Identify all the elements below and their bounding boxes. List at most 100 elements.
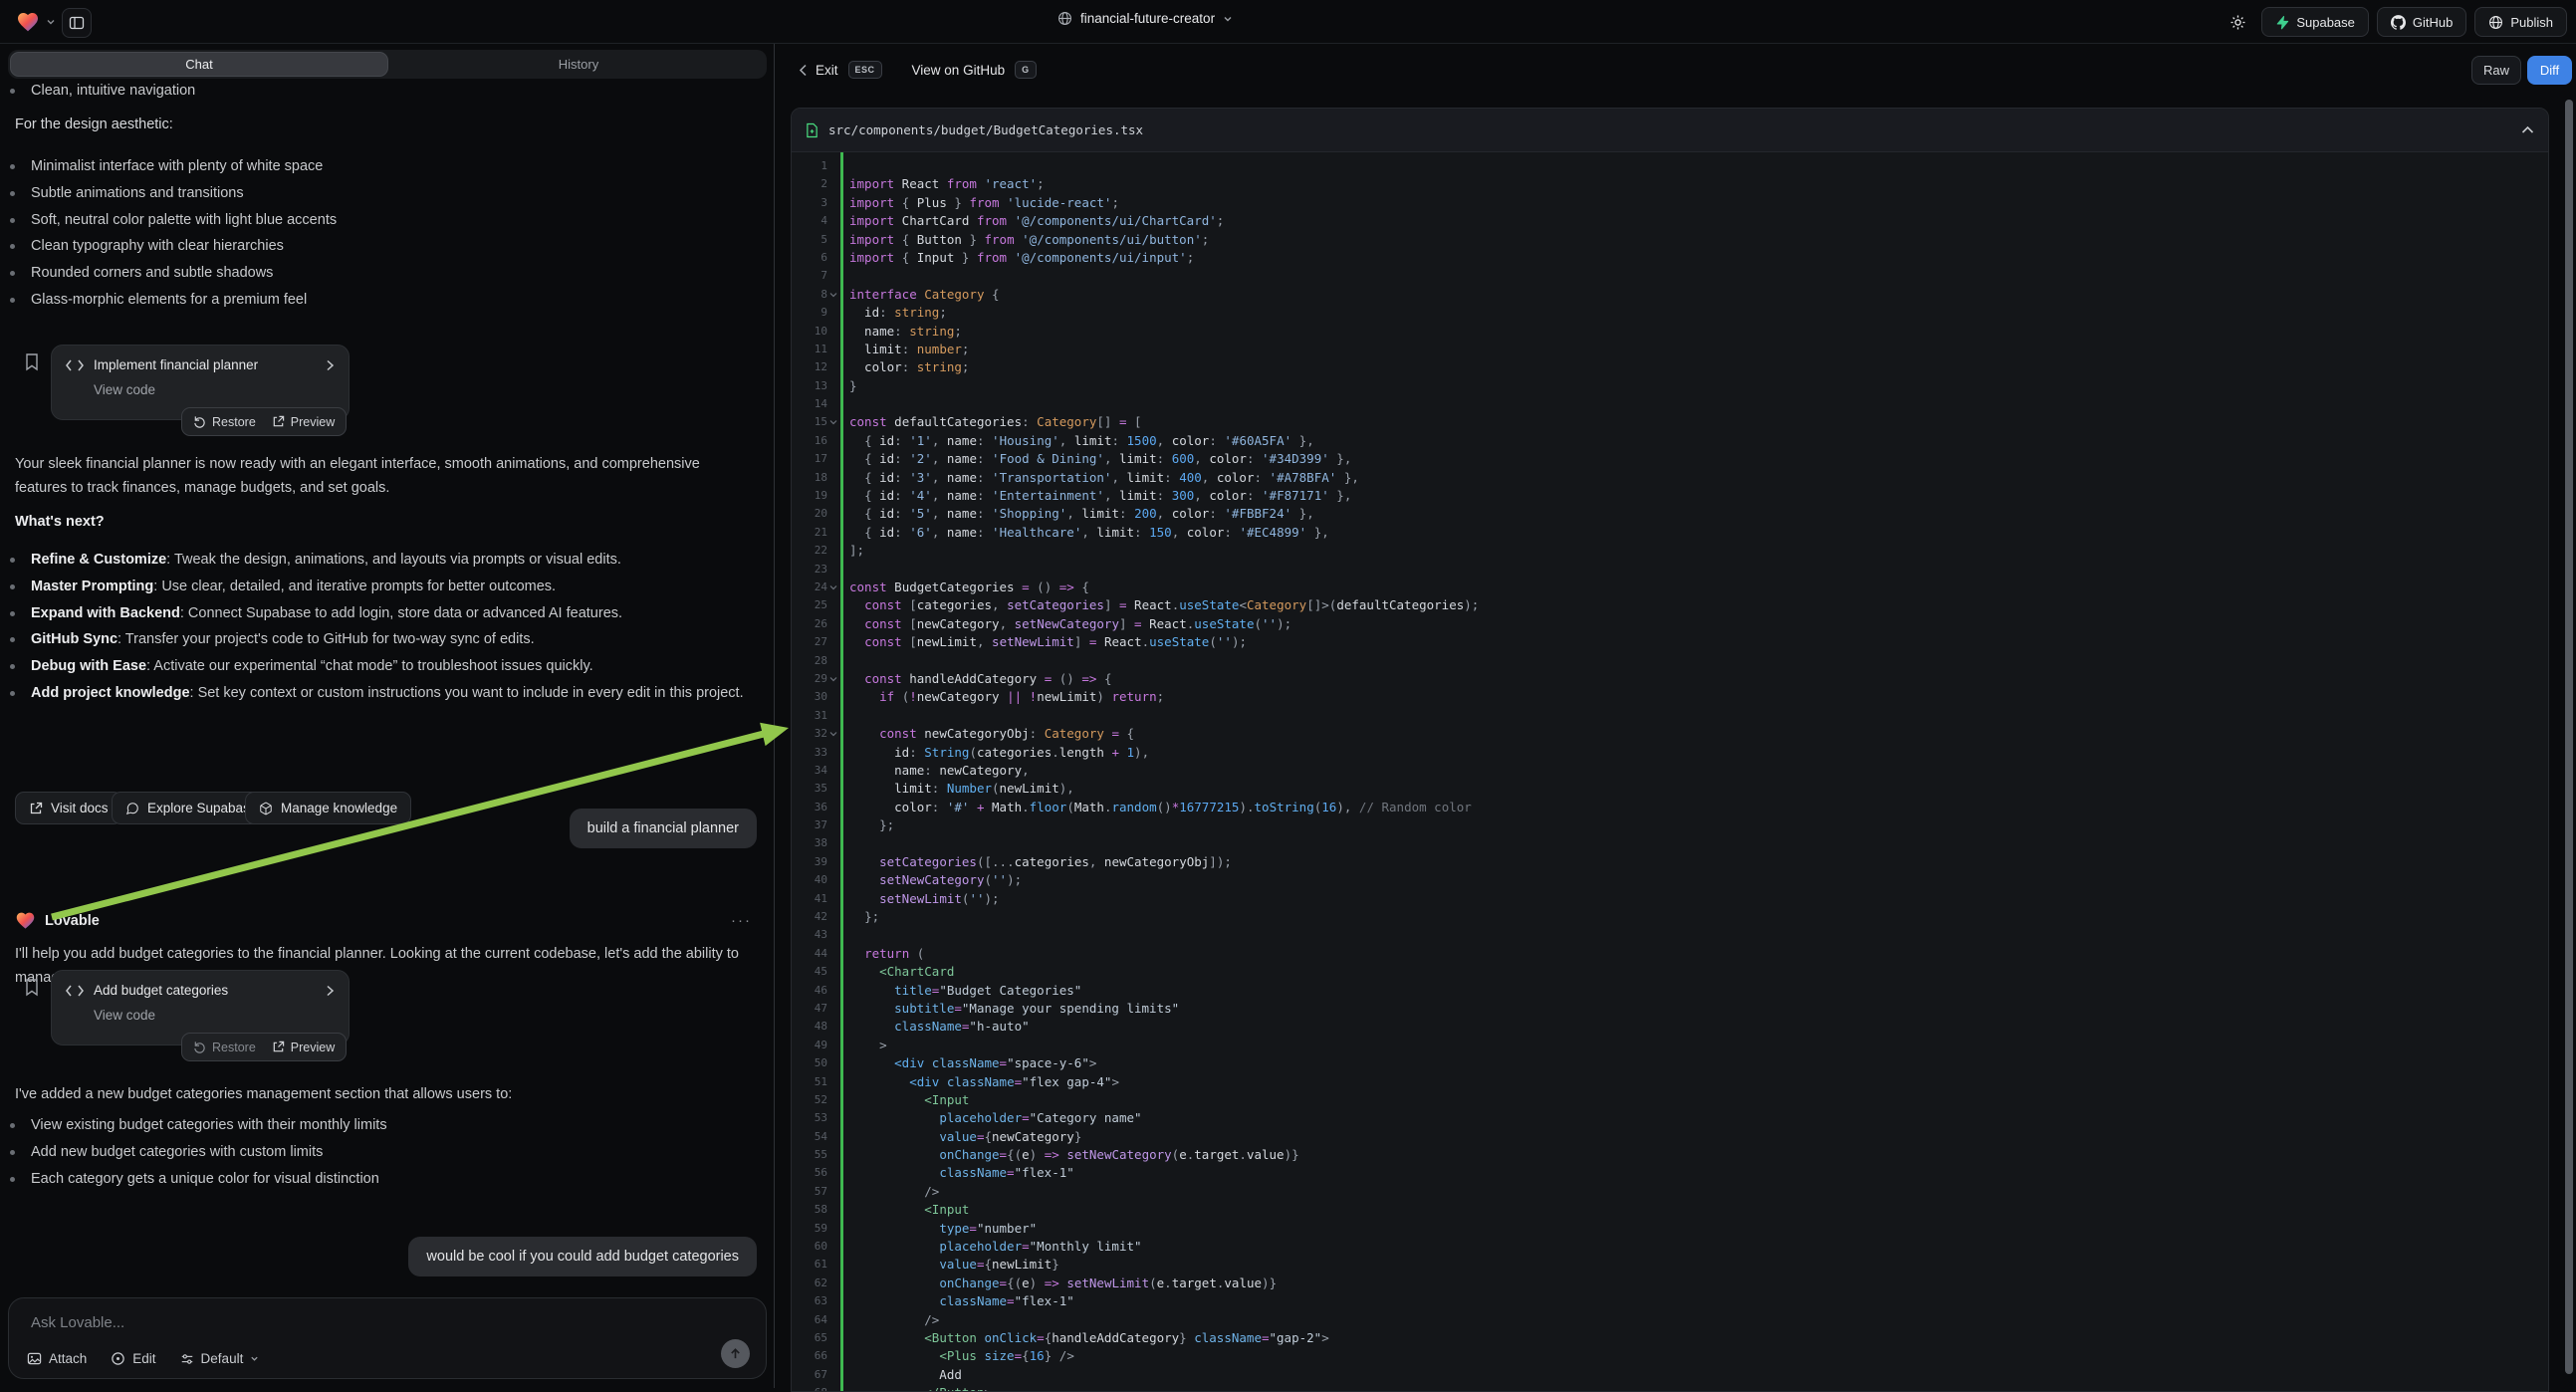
restore-button[interactable]: Restore (193, 415, 256, 429)
line-number: 3 (792, 194, 827, 212)
line-number: 59 (792, 1220, 827, 1238)
line-number: 34 (792, 762, 827, 780)
mode-label: Default (201, 1351, 244, 1366)
code-line: 17 { id: '2', name: 'Food & Dining', lim… (792, 450, 2548, 468)
chat-input-box[interactable]: Ask Lovable... Attach Edit Default (8, 1297, 767, 1379)
edit-button[interactable]: Edit (111, 1351, 155, 1366)
scrollbar-thumb[interactable] (2565, 100, 2573, 1374)
bullet-item: View existing budget categories with the… (0, 1112, 747, 1139)
line-number: 49 (792, 1037, 827, 1054)
code-line: 46 title="Budget Categories" (792, 982, 2548, 1000)
line-number: 48 (792, 1018, 827, 1036)
fold-toggle-icon[interactable] (829, 291, 837, 299)
added-bullet-list: View existing budget categories with the… (0, 1112, 747, 1192)
code-line: 33 id: String(categories.length + 1), (792, 744, 2548, 762)
line-number: 62 (792, 1275, 827, 1292)
code-text: > (849, 1037, 2548, 1054)
fold-toggle-icon[interactable] (829, 418, 837, 426)
code-line: 56 className="flex-1" (792, 1164, 2548, 1182)
target-icon (111, 1351, 125, 1366)
bullet-item: Subtle animations and transitions (0, 180, 747, 207)
assistant-message-ready: Your sleek financial planner is now read… (15, 452, 752, 500)
panel-divider (774, 44, 775, 1388)
chevron-left-icon[interactable] (799, 64, 808, 77)
code-line: 40 setNewCategory(''); (792, 871, 2548, 889)
line-number: 60 (792, 1238, 827, 1256)
assistant-header: Lovable ··· (15, 910, 752, 931)
settings-button[interactable] (2222, 7, 2253, 37)
sliders-icon (180, 1352, 194, 1366)
code-line: 51 <div className="flex gap-4"> (792, 1073, 2548, 1091)
line-number: 20 (792, 505, 827, 523)
line-number: 32 (792, 725, 827, 743)
line-number: 50 (792, 1054, 827, 1072)
send-button[interactable] (721, 1339, 750, 1368)
code-line: 5import { Button } from '@/components/ui… (792, 231, 2548, 249)
fold-toggle-icon[interactable] (829, 730, 837, 738)
line-number: 17 (792, 450, 827, 468)
workspace-menu[interactable] (16, 10, 56, 34)
line-number: 24 (792, 579, 827, 596)
diff-toggle-button[interactable]: Diff (2527, 56, 2572, 85)
line-number: 10 (792, 323, 827, 341)
line-number: 38 (792, 834, 827, 852)
tab-chat[interactable]: Chat (10, 52, 388, 77)
whats-next-heading: What's next? (15, 514, 105, 530)
view-on-github-button[interactable]: View on GitHub (912, 63, 1006, 78)
line-number: 19 (792, 487, 827, 505)
fold-toggle-icon[interactable] (829, 583, 837, 591)
restore-button[interactable]: Restore (193, 1041, 256, 1054)
code-line: 58 <Input (792, 1201, 2548, 1219)
project-title-menu[interactable]: financial-future-creator (1057, 11, 1233, 26)
message-options-icon[interactable]: ··· (731, 912, 752, 929)
line-number: 37 (792, 816, 827, 834)
code-line: 16 { id: '1', name: 'Housing', limit: 15… (792, 432, 2548, 450)
tab-history-label: History (559, 57, 598, 72)
attach-button[interactable]: Attach (27, 1351, 87, 1366)
line-number: 65 (792, 1329, 827, 1347)
exit-button[interactable]: Exit (816, 63, 838, 78)
line-number: 9 (792, 304, 827, 322)
code-text: { id: '1', name: 'Housing', limit: 1500,… (849, 432, 2548, 450)
manage-knowledge-button[interactable]: Manage knowledge (245, 792, 411, 824)
line-number: 51 (792, 1073, 827, 1091)
line-number: 13 (792, 377, 827, 395)
code-text: }; (849, 816, 2548, 834)
view-code-link[interactable]: View code (94, 382, 335, 397)
bookmark-icon[interactable] (24, 978, 40, 998)
mode-selector[interactable]: Default (180, 1351, 260, 1366)
github-button[interactable]: GitHub (2377, 7, 2466, 37)
chat-history-tabs: Chat History (8, 50, 767, 79)
code-text: subtitle="Manage your spending limits" (849, 1000, 2548, 1018)
line-number: 16 (792, 432, 827, 450)
code-text: <Button onClick={handleAddCategory} clas… (849, 1329, 2548, 1347)
bullet-item: Clean typography with clear hierarchies (0, 233, 747, 260)
fold-toggle-icon[interactable] (829, 675, 837, 683)
raw-toggle-button[interactable]: Raw (2471, 56, 2521, 85)
supabase-button[interactable]: Supabase (2261, 7, 2369, 37)
collapse-chevron-up-icon[interactable] (2521, 125, 2534, 134)
toggle-sidebar-button[interactable] (62, 8, 92, 38)
code-line: 22]; (792, 542, 2548, 560)
chat-panel: Chat History Clean, intuitive navigation… (0, 44, 774, 1388)
line-number: 26 (792, 615, 827, 633)
preview-button[interactable]: Preview (272, 1041, 335, 1054)
code-text: const [newCategory, setNewCategory] = Re… (849, 615, 2548, 633)
preview-button[interactable]: Preview (272, 415, 335, 429)
code-text: color: string; (849, 358, 2548, 376)
line-number: 7 (792, 267, 827, 285)
code-text: title="Budget Categories" (849, 982, 2548, 1000)
bookmark-icon[interactable] (24, 352, 40, 372)
code-content: 1 2import React from 'react';3import { P… (792, 152, 2548, 1392)
bullet-item: Expand with Backend: Connect Supabase to… (0, 600, 757, 627)
code-text: import React from 'react'; (849, 175, 2548, 193)
code-text (849, 561, 2548, 579)
line-number: 57 (792, 1183, 827, 1201)
tab-history[interactable]: History (390, 50, 767, 79)
file-header[interactable]: src/components/budget/BudgetCategories.t… (792, 109, 2548, 152)
publish-button[interactable]: Publish (2474, 7, 2567, 37)
view-code-link[interactable]: View code (94, 1008, 335, 1023)
code-line: 66 <Plus size={16} /> (792, 1347, 2548, 1365)
line-number: 2 (792, 175, 827, 193)
visit-docs-button[interactable]: Visit docs (15, 792, 122, 824)
